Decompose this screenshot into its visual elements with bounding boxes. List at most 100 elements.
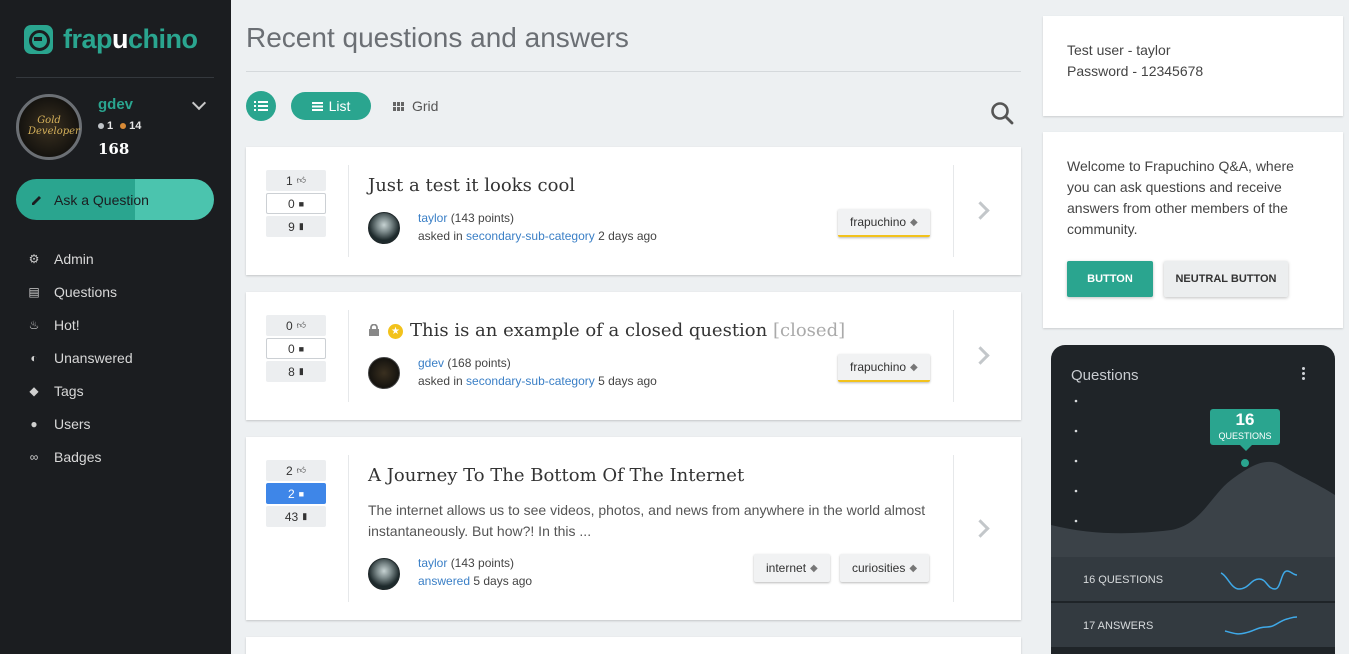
author-avatar[interactable] (368, 558, 400, 590)
tag-frapuchino[interactable]: frapuchino ◆ (838, 354, 930, 382)
question-meta: taylor (143 points) asked in secondary-s… (418, 211, 657, 243)
thumbs-up-icon: 👍︎ (296, 465, 307, 475)
divider (348, 165, 349, 257)
avatar[interactable]: Gold Developer (16, 94, 82, 160)
list-view-button[interactable]: List (291, 92, 371, 120)
chevron-down-icon[interactable] (191, 95, 207, 111)
chevron-right-icon[interactable] (971, 201, 990, 220)
ask-question-button[interactable]: Ask a Question (16, 179, 214, 220)
chevron-right-icon[interactable] (971, 346, 990, 365)
answers-count: 2 ■ (266, 483, 326, 504)
tag-internet[interactable]: internet ◆ (754, 554, 830, 582)
question-card[interactable] (246, 637, 1021, 654)
comment-icon: ■ (298, 343, 305, 354)
divider (348, 310, 349, 402)
sort-toggle-button[interactable] (246, 91, 276, 121)
tag-curiosities[interactable]: curiosities ◆ (840, 554, 930, 582)
question-title[interactable]: A Journey To The Bottom Of The Internet (368, 465, 744, 486)
closed-label: [closed] (772, 320, 846, 341)
clipboard-icon: ▤ (28, 284, 40, 299)
username[interactable]: gdev (98, 96, 133, 113)
divider (953, 455, 954, 602)
user-profile[interactable]: Gold Developer gdev 1 14 168 (16, 94, 216, 160)
tag-icon: ◆ (29, 383, 39, 398)
brand-name: frapuchino (63, 24, 198, 54)
page-title: Recent questions and answers (246, 22, 629, 53)
divider (953, 310, 954, 402)
votes-count: 1 👍︎ (266, 170, 326, 191)
views-count: 43 ▮ (266, 506, 326, 527)
sparkline (1220, 570, 1298, 590)
brand-logo[interactable]: frapuchino (24, 24, 198, 55)
author-link[interactable]: gdev (418, 356, 444, 370)
question-card[interactable]: 0 👍︎ 0 ■ 8 ▮ ★ This is an example of a close… (246, 292, 1021, 420)
link-icon: ∞ (29, 449, 39, 464)
star-icon: ★ (388, 324, 403, 339)
flame-icon: ♨ (28, 317, 40, 332)
divider (16, 77, 214, 78)
answers-count: 0 ■ (266, 193, 326, 214)
search-icon[interactable] (990, 101, 1014, 125)
answered-link[interactable]: answered (418, 574, 470, 588)
pencil-icon (32, 195, 41, 205)
tag-icon: ◆ (910, 361, 918, 373)
sidebar-item-admin[interactable]: ⚙ Admin (26, 242, 133, 275)
welcome-text: Welcome to Frapuchino Q&A, where you can… (1067, 158, 1294, 237)
bar-chart-icon: ▮ (298, 221, 304, 231)
divider (246, 71, 1021, 72)
sidebar-item-users[interactable]: ● Users (26, 407, 133, 440)
bar-chart-icon: ▮ (302, 511, 308, 521)
widget-title: Questions (1071, 367, 1139, 384)
chart-point (1241, 459, 1249, 467)
question-stats: 2 👍︎ 2 ■ 43 ▮ (266, 460, 327, 529)
neutral-button[interactable]: NEUTRAL BUTTON (1164, 261, 1288, 297)
question-stats: 1 👍︎ 0 ■ 9 ▮ (266, 170, 327, 239)
questions-stats-widget: Questions 16 QUESTIONS 16 QUESTIONS 17 A… (1051, 345, 1335, 654)
question-card[interactable]: 1 👍︎ 0 ■ 9 ▮ Just a test it looks cool tayl… (246, 147, 1021, 275)
category-link[interactable]: secondary-sub-category (466, 229, 595, 243)
chart-tooltip: 16 QUESTIONS (1210, 409, 1280, 451)
comment-icon: ■ (298, 488, 305, 499)
author-link[interactable]: taylor (418, 556, 447, 570)
divider (953, 165, 954, 257)
more-menu-icon[interactable] (1302, 367, 1306, 382)
stats-row-questions[interactable]: 16 QUESTIONS (1051, 557, 1335, 601)
primary-button[interactable]: BUTTON (1067, 261, 1153, 297)
question-title[interactable]: ★ This is an example of a closed question… (368, 320, 845, 341)
sidebar-item-questions[interactable]: ▤ Questions (26, 275, 133, 308)
divider (348, 455, 349, 602)
question-meta: gdev (168 points) asked in secondary-sub… (418, 356, 657, 388)
chevron-right-icon[interactable] (971, 519, 990, 538)
views-count: 8 ▮ (266, 361, 326, 382)
welcome-panel: Welcome to Frapuchino Q&A, where you can… (1043, 132, 1343, 328)
stats-row-answers[interactable]: 17 ANSWERS (1051, 603, 1335, 647)
author-avatar[interactable] (368, 357, 400, 389)
question-card[interactable]: 2 👍︎ 2 ■ 43 ▮ A Journey To The Bottom Of Th… (246, 437, 1021, 620)
comment-icon: ■ (298, 198, 305, 209)
sidebar-item-hot[interactable]: ♨ Hot! (26, 308, 133, 341)
credentials-password: Password - 12345678 (1067, 63, 1204, 79)
bronze-badge-icon (120, 123, 127, 129)
sidebar-item-badges[interactable]: ∞ Badges (26, 440, 133, 473)
gear-icon: ⚙ (28, 251, 40, 266)
sidebar-item-unanswered[interactable]: ◐ Unanswered (26, 341, 132, 374)
users-icon: ● (30, 416, 38, 431)
author-avatar[interactable] (368, 212, 400, 244)
answers-count: 0 ■ (266, 338, 326, 359)
sparkline (1224, 616, 1298, 635)
sidebar: frapuchino Gold Developer gdev 1 14 168 … (0, 0, 231, 654)
author-link[interactable]: taylor (418, 211, 447, 225)
area-chart (1051, 399, 1335, 557)
question-title[interactable]: Just a test it looks cool (368, 175, 575, 196)
sidebar-item-tags[interactable]: ◆ Tags (26, 374, 133, 407)
tag-frapuchino[interactable]: frapuchino ◆ (838, 209, 930, 237)
question-stats: 0 👍︎ 0 ■ 8 ▮ (266, 315, 327, 384)
category-link[interactable]: secondary-sub-category (466, 374, 595, 388)
user-points: 168 (98, 140, 130, 158)
test-credentials-panel: Test user - taylor Password - 12345678 (1043, 16, 1343, 116)
logo-icon (24, 25, 53, 54)
grid-icon (393, 101, 404, 111)
grid-view-button[interactable]: Grid (393, 92, 438, 120)
tag-icon: ◆ (909, 562, 918, 574)
half-circle-icon: ◐ (30, 350, 38, 365)
